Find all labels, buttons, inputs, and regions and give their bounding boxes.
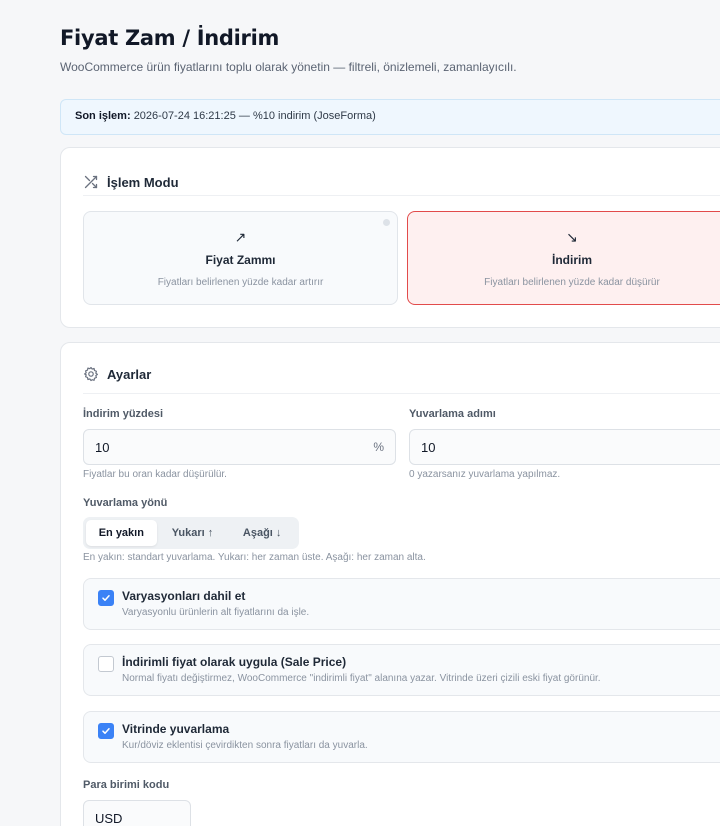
last-operation-label: Son işlem:	[75, 110, 131, 122]
percent-label: İndirim yüzdesi	[83, 408, 164, 420]
percent-hint: Fiyatlar bu oran kadar düşürülür.	[83, 469, 227, 480]
percent-input[interactable]: 10 %	[83, 429, 396, 465]
rounding-step-value: 10	[421, 440, 436, 455]
rounding-option-down[interactable]: Aşağı ↓	[228, 520, 296, 546]
mode-option-title: İndirim	[551, 253, 592, 267]
currency-value: USD	[95, 811, 123, 826]
settings-card-title: Ayarlar	[107, 366, 152, 382]
option-sale-price[interactable]: İndirimli fiyat olarak uygula (Sale Pric…	[83, 644, 720, 696]
mode-option-desc: Fiyatları belirlenen yüzde kadar düşürür	[484, 277, 660, 288]
mode-card-header: İşlem Modu	[83, 168, 720, 196]
mode-option-increase[interactable]: ↗ Fiyat Zammı Fiyatları belirlenen yüzde…	[83, 211, 398, 305]
shuffle-icon	[83, 174, 99, 190]
page-title: Fiyat Zam / İndirim	[60, 26, 280, 50]
mode-option-desc: Fiyatları belirlenen yüzde kadar artırır	[157, 277, 324, 288]
currency-label: Para birimi kodu	[83, 779, 170, 791]
mode-option-title: Fiyat Zammı	[205, 253, 276, 267]
rounding-direction-hint: En yakın: standart yuvarlama. Yukarı: he…	[83, 552, 426, 563]
checkbox[interactable]	[98, 590, 114, 606]
gear-icon	[83, 366, 99, 382]
checkbox[interactable]	[98, 656, 114, 672]
rounding-step-hint: 0 yazarsanız yuvarlama yapılmaz.	[409, 469, 561, 480]
settings-card: Ayarlar İndirim yüzdesi 10 % Fiyatlar bu…	[60, 342, 720, 826]
option-desc: Kur/döviz eklentisi çevirdikten sonra fi…	[122, 740, 368, 751]
currency-input[interactable]: USD	[83, 800, 191, 826]
page-subtitle: WooCommerce ürün fiyatlarını toplu olara…	[60, 60, 517, 74]
last-operation-value: 2026-07-24 16:21:25 — %10 indirim (JoseF…	[133, 110, 376, 122]
rounding-option-up[interactable]: Yukarı ↑	[157, 520, 229, 546]
option-title: Varyasyonları dahil et	[122, 589, 246, 603]
rounding-option-nearest[interactable]: En yakın	[86, 520, 157, 546]
divider	[83, 393, 720, 394]
settings-card-header: Ayarlar	[83, 360, 720, 388]
option-title: İndirimli fiyat olarak uygula (Sale Pric…	[122, 655, 347, 669]
dot-indicator	[383, 219, 390, 226]
rounding-direction-segmented: En yakın Yukarı ↑ Aşağı ↓	[83, 517, 299, 549]
rounding-step-label: Yuvarlama adımı	[409, 408, 496, 420]
divider	[83, 195, 720, 196]
option-desc: Normal fiyatı değiştirmez, WooCommerce "…	[122, 673, 601, 684]
percent-suffix: %	[373, 440, 384, 454]
option-include-variations[interactable]: Varyasyonları dahil et Varyasyonlu ürünl…	[83, 578, 720, 630]
mode-card-title: İşlem Modu	[107, 174, 179, 190]
mode-option-discount[interactable]: ↘ İndirim Fiyatları belirlenen yüzde kad…	[407, 211, 720, 305]
option-storefront-rounding[interactable]: Vitrinde yuvarlama Kur/döviz eklentisi ç…	[83, 711, 720, 763]
last-operation-notice: Son işlem: 2026-07-24 16:21:25 — %10 ind…	[60, 99, 720, 135]
percent-value: 10	[95, 440, 110, 455]
checkbox[interactable]	[98, 723, 114, 739]
option-desc: Varyasyonlu ürünlerin alt fiyatlarını da…	[122, 607, 310, 618]
rounding-direction-label: Yuvarlama yönü	[83, 497, 168, 509]
arrow-down-right-icon: ↘	[566, 229, 578, 245]
rounding-step-input[interactable]: 10	[409, 429, 720, 465]
arrow-up-right-icon: ↗	[234, 229, 247, 245]
option-title: Vitrinde yuvarlama	[122, 722, 230, 736]
mode-card: İşlem Modu ↗ Fiyat Zammı Fiyatları belir…	[60, 147, 720, 328]
